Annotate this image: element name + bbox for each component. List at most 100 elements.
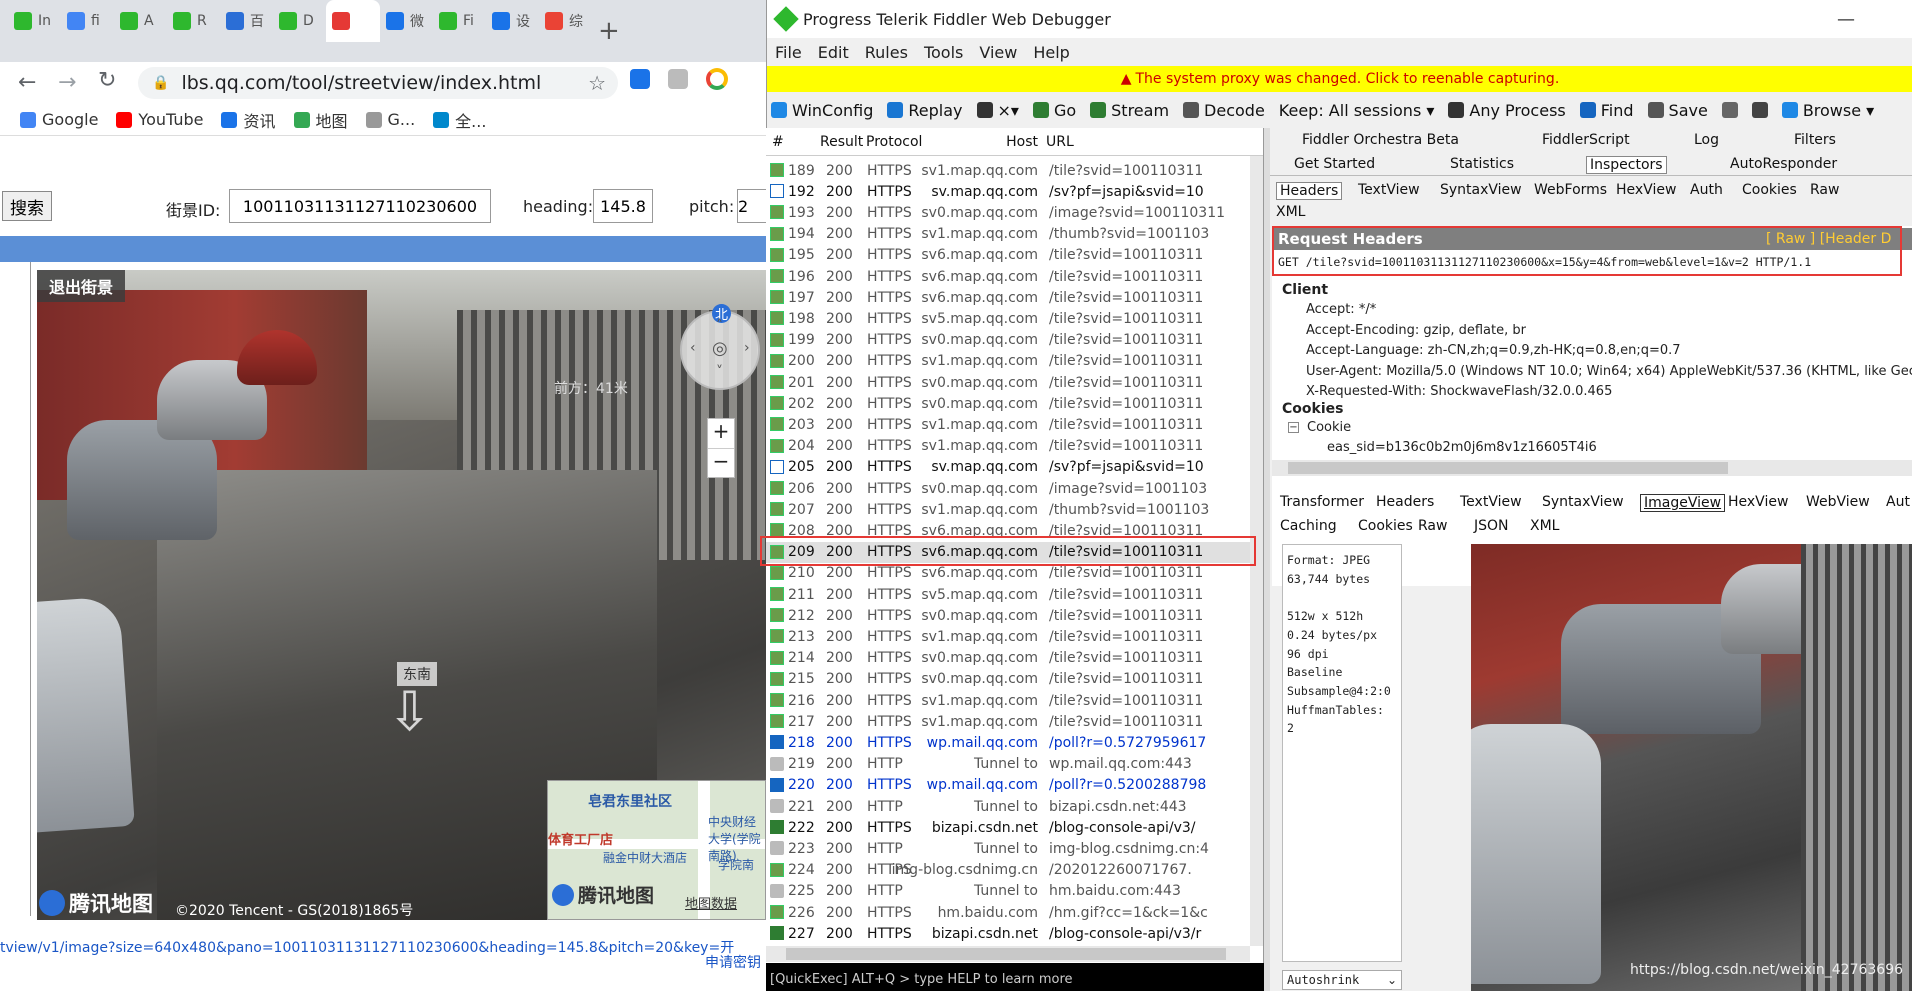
request-tab-syntaxview[interactable]: SyntaxView <box>1440 182 1522 198</box>
request-tab-auth[interactable]: Auth <box>1690 182 1723 198</box>
session-row[interactable]: 196 200 HTTPS sv6.map.qq.com/tile?svid=1001… <box>766 266 1263 287</box>
session-row[interactable]: 211 200 HTTPS sv5.map.qq.com/tile?svid=1001… <box>766 584 1263 605</box>
compass-control[interactable]: 北 ◎ ˄ ˅ ‹ › <box>680 304 760 390</box>
session-row[interactable]: 204 200 HTTPS sv1.map.qq.com/tile?svid=1001… <box>766 436 1263 457</box>
chevron-right-icon[interactable]: › <box>744 340 750 356</box>
session-row[interactable]: 227 200 HTTPS bizapi.csdn.net/blog-console-… <box>766 923 1263 944</box>
toolbar-button[interactable] <box>1721 102 1738 118</box>
response-tab-aut[interactable]: Aut <box>1886 494 1910 510</box>
request-tab-webforms[interactable]: WebForms <box>1534 182 1607 198</box>
session-row[interactable]: 220 200 HTTPS wp.mail.qq.com/poll?r=0.52002… <box>766 775 1263 796</box>
session-row[interactable]: 202 200 HTTPS sv0.map.qq.com/tile?svid=1001… <box>766 393 1263 414</box>
session-row[interactable]: 207 200 HTTPS sv1.map.qq.com/thumb?svid=100… <box>766 499 1263 520</box>
pitch-input[interactable] <box>737 189 766 223</box>
streetview-panorama[interactable]: 退出街景 北 ◎ ˄ ˅ ‹ › 前方：41米 + − 东南 ⇩ 腾讯地图 ©2… <box>37 270 766 920</box>
response-tab-syntaxview[interactable]: SyntaxView <box>1542 494 1624 510</box>
menu-help[interactable]: Help <box>1033 43 1069 62</box>
session-row[interactable]: 217 200 HTTPS sv1.map.qq.com/tile?svid=1001… <box>766 711 1263 732</box>
toolbar-button[interactable]: WinConfig <box>771 101 873 120</box>
star-icon[interactable]: ☆ <box>588 71 606 95</box>
quickexec-bar[interactable]: [QuickExec] ALT+Q > type HELP to learn m… <box>766 963 1264 991</box>
chevron-left-icon[interactable]: ‹ <box>690 340 696 356</box>
splitter[interactable] <box>1264 128 1270 991</box>
response-tab-cookies[interactable]: Cookies <box>1358 518 1413 534</box>
session-row[interactable]: 198 200 HTTPS sv5.map.qq.com/tile?svid=1001… <box>766 308 1263 329</box>
menu-edit[interactable]: Edit <box>818 43 849 62</box>
chevron-down-icon[interactable]: ˅ <box>716 364 723 380</box>
session-row[interactable]: 224 200 HTTPS img-blog.csdnimg.cn/202012260… <box>766 860 1263 881</box>
session-row[interactable]: 197 200 HTTPS sv6.map.qq.com/tile?svid=1001… <box>766 287 1263 308</box>
request-tab-raw[interactable]: Raw <box>1810 182 1839 198</box>
request-tab-headers[interactable]: Headers <box>1276 182 1343 200</box>
minimize-icon[interactable]: — <box>1837 9 1855 30</box>
toolbar-button[interactable]: Go <box>1032 101 1076 120</box>
menu-tools[interactable]: Tools <box>924 43 963 62</box>
scroll-thumb[interactable] <box>786 948 1226 960</box>
map-data-link[interactable]: 地图数据 <box>685 893 737 912</box>
column-header[interactable]: URL <box>1046 134 1074 150</box>
cookie-node[interactable]: − Cookie <box>1288 420 1351 435</box>
bookmark-item[interactable]: 资讯 <box>221 108 276 132</box>
session-row[interactable]: 213 200 HTTPS sv1.map.qq.com/tile?svid=1001… <box>766 626 1263 647</box>
request-tab-hexview[interactable]: HexView <box>1616 182 1676 198</box>
browser-tab[interactable]: 综 <box>539 0 592 42</box>
toolbar-button[interactable]: ×▾ <box>976 101 1019 120</box>
session-row[interactable]: 221 200 HTTP Tunnel to bizapi.csdn.net:443 <box>766 796 1263 817</box>
session-row[interactable]: 203 200 HTTPS sv1.map.qq.com/tile?svid=1001… <box>766 414 1263 435</box>
collapse-icon[interactable]: − <box>1288 422 1299 433</box>
toolbar-button[interactable]: Find <box>1579 101 1634 120</box>
address-bar[interactable]: 🔒 lbs.qq.com/tool/streetview/index.html … <box>138 67 618 99</box>
pano-id-input[interactable] <box>229 189 491 223</box>
response-tab-json[interactable]: JSON <box>1474 518 1509 534</box>
menu-view[interactable]: View <box>979 43 1017 62</box>
reload-icon[interactable]: ↻ <box>98 68 116 93</box>
back-arrow-icon[interactable]: ← <box>18 70 36 95</box>
new-tab-button[interactable]: + <box>598 0 620 62</box>
response-tab-hexview[interactable]: HexView <box>1728 494 1788 510</box>
session-row[interactable]: 212 200 HTTPS sv0.map.qq.com/tile?svid=1001… <box>766 605 1263 626</box>
toolbar-button[interactable]: Keep: All sessions ▾ <box>1279 101 1435 120</box>
zoom-out-button[interactable]: − <box>708 449 734 477</box>
browser-tab[interactable]: fi <box>61 0 114 42</box>
chevron-up-icon[interactable]: ˄ <box>716 318 723 334</box>
tab-fiddler-orchestra-beta[interactable]: Fiddler Orchestra Beta <box>1302 132 1459 148</box>
session-row[interactable]: 223 200 HTTP Tunnel to img-blog.csdnimg.cn:4 <box>766 838 1263 859</box>
exit-streetview-button[interactable]: 退出街景 <box>37 270 125 302</box>
session-row[interactable]: 219 200 HTTP Tunnel to wp.mail.qq.com:443 <box>766 754 1263 775</box>
session-row[interactable]: 215 200 HTTPS sv0.map.qq.com/tile?svid=1001… <box>766 669 1263 690</box>
toolbar-button[interactable]: Decode <box>1183 101 1265 120</box>
session-row[interactable]: 206 200 HTTPS sv0.map.qq.com/image?svid=100… <box>766 478 1263 499</box>
browser-tab[interactable]: In <box>8 0 61 42</box>
minimap[interactable]: 皂君东里社区 体育工厂店 融金中财大酒店 中央财经大学(学院南路) 学院南 腾讯… <box>547 780 766 920</box>
browser-tab[interactable]: Fi <box>433 0 486 42</box>
zoom-in-button[interactable]: + <box>708 419 734 449</box>
tab-inspectors[interactable]: Inspectors <box>1586 156 1667 174</box>
autoshrink-select[interactable]: Autoshrink ⌄ <box>1282 970 1402 990</box>
response-tab-textview[interactable]: TextView <box>1460 494 1522 510</box>
session-row[interactable]: 201 200 HTTPS sv0.map.qq.com/tile?svid=1001… <box>766 372 1263 393</box>
proxy-notice[interactable]: ▲ The system proxy was changed. Click to… <box>767 66 1912 92</box>
tab-statistics[interactable]: Statistics <box>1450 156 1514 172</box>
tab-get-started[interactable]: Get Started <box>1294 156 1375 172</box>
toolbar-button[interactable]: Replay <box>887 101 963 120</box>
extension-icon[interactable] <box>668 69 688 89</box>
browser-tab[interactable]: D <box>273 0 326 42</box>
browser-tab[interactable] <box>326 0 380 42</box>
session-row[interactable]: 195 200 HTTPS sv6.map.qq.com/tile?svid=1001… <box>766 245 1263 266</box>
request-tab-textview[interactable]: TextView <box>1358 182 1420 198</box>
search-button[interactable]: 搜索 <box>2 191 52 221</box>
tab-autoresponder[interactable]: AutoResponder <box>1730 156 1837 172</box>
tab-filters[interactable]: Filters <box>1794 132 1836 148</box>
forward-arrow-icon[interactable]: → <box>58 70 76 95</box>
browser-tab[interactable]: 设 <box>486 0 539 42</box>
bookmark-item[interactable]: 全... <box>433 108 486 132</box>
extension-icon[interactable] <box>706 68 728 90</box>
request-tab-cookies[interactable]: Cookies <box>1742 182 1797 198</box>
request-tab-xml[interactable]: XML <box>1276 204 1305 220</box>
session-row[interactable]: 216 200 HTTPS sv1.map.qq.com/tile?svid=1001… <box>766 690 1263 711</box>
session-row[interactable]: 222 200 HTTPS bizapi.csdn.net/blog-console-… <box>766 817 1263 838</box>
toolbar-button[interactable] <box>1751 102 1768 118</box>
tab-fiddlerscript[interactable]: FiddlerScript <box>1542 132 1630 148</box>
session-row[interactable]: 218 200 HTTPS wp.mail.qq.com/poll?r=0.57279… <box>766 732 1263 753</box>
session-row[interactable]: 200 200 HTTPS sv1.map.qq.com/tile?svid=1001… <box>766 351 1263 372</box>
